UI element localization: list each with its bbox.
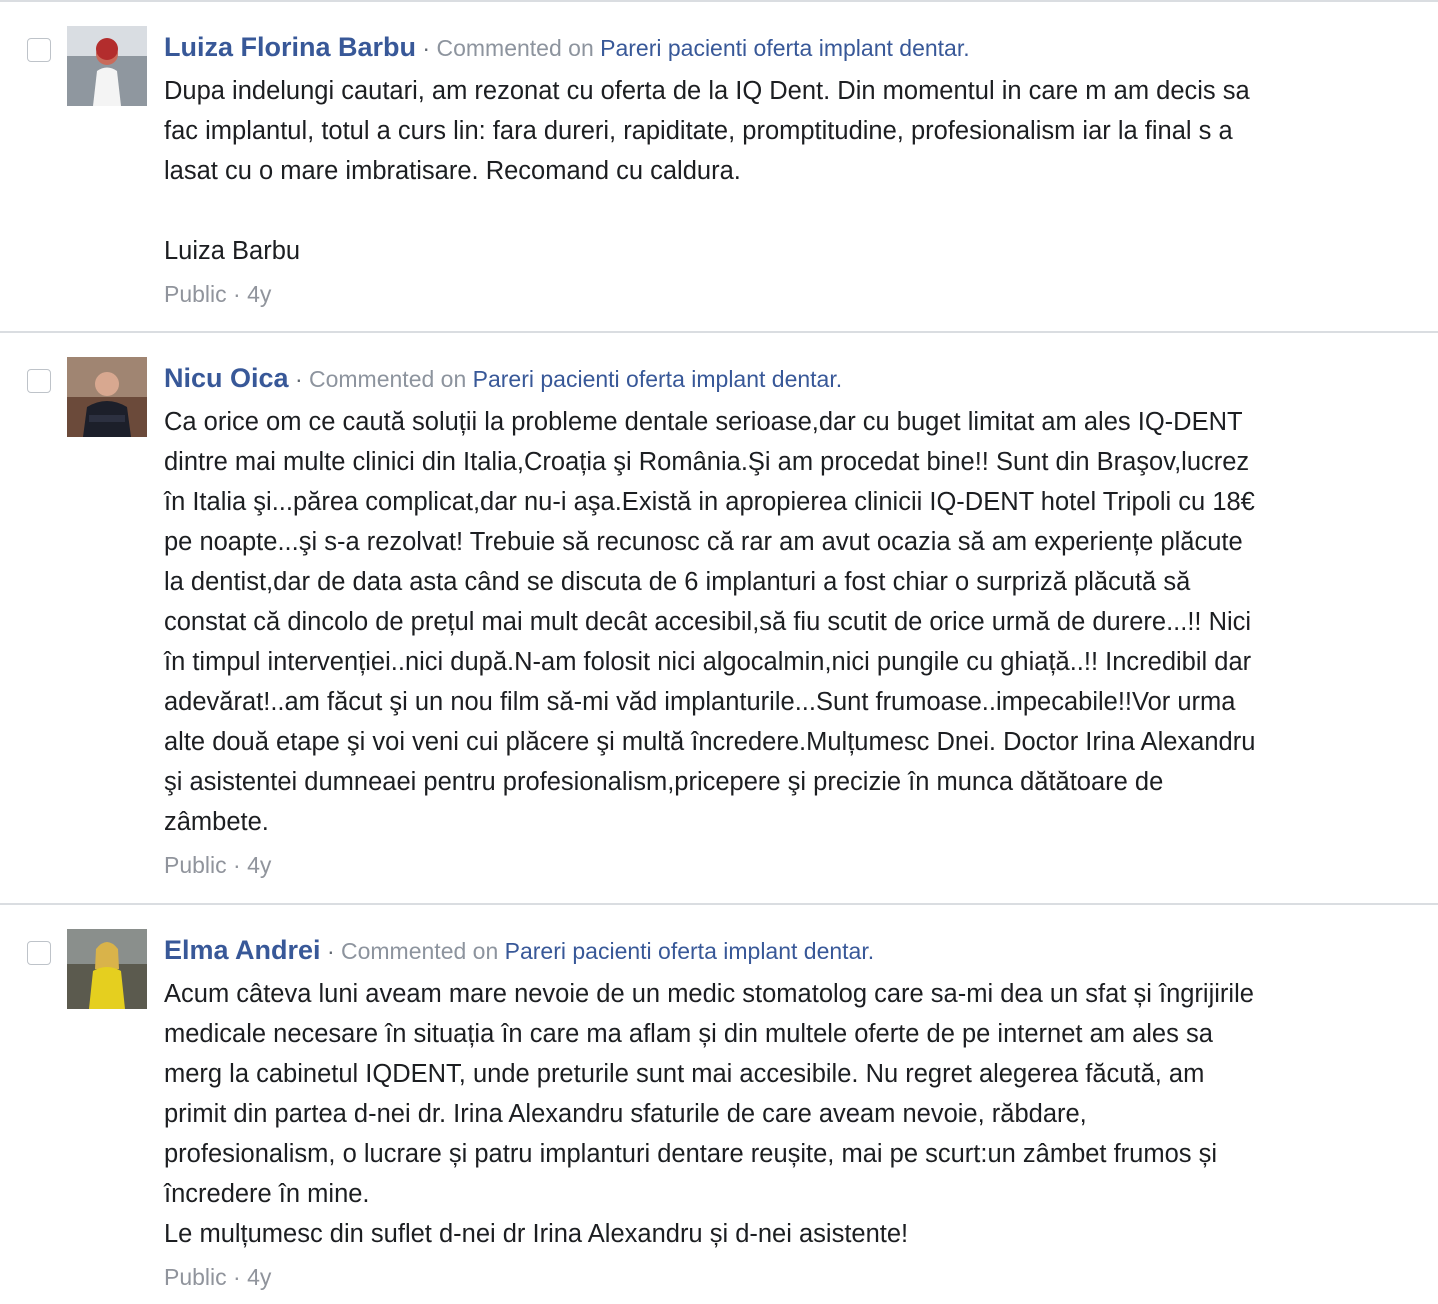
comment-meta: Public · 4y xyxy=(164,850,1426,880)
comment-line: dintre mai multe clinici din Italia,Croa… xyxy=(164,448,1250,476)
comment-line: Luiza Barbu xyxy=(164,237,301,265)
activity-feed: Luiza Florina Barbu · Commented on Parer… xyxy=(0,0,1438,1304)
comment-line xyxy=(164,191,1426,231)
header-separator: · xyxy=(422,35,431,61)
target-link[interactable]: Pareri pacienti oferta implant dentar. xyxy=(600,35,969,61)
timestamp[interactable]: 4y xyxy=(247,281,271,307)
comment-line: lasat cu o mare imbratisare. Recomand cu… xyxy=(164,157,741,185)
comment-header: Luiza Florina Barbu · Commented on Parer… xyxy=(164,32,1426,63)
action-text: Commented on xyxy=(436,35,594,61)
select-checkbox[interactable] xyxy=(27,941,51,965)
target-link[interactable]: Pareri pacienti oferta implant dentar. xyxy=(473,366,842,392)
comment-line: primit din partea d-nei dr. Irina Alexan… xyxy=(164,1100,1087,1128)
comment-line: Ca orice om ce caută soluții la probleme… xyxy=(164,408,1243,436)
privacy-label[interactable]: Public xyxy=(164,281,227,307)
comment-line: profesionalism, o lucrare și patru impla… xyxy=(164,1140,1218,1168)
comment-line: Acum câteva luni aveam mare nevoie de un… xyxy=(164,980,1254,1008)
avatar[interactable] xyxy=(67,357,147,437)
comment-item: Luiza Florina Barbu · Commented on Parer… xyxy=(0,2,1438,331)
comment-line: în Italia şi...părea complicat,dar nu-i … xyxy=(164,488,1255,516)
select-checkbox[interactable] xyxy=(27,38,51,62)
avatar-photo-icon xyxy=(67,357,147,437)
comment-meta: Public · 4y xyxy=(164,1262,1426,1292)
comment-line: Dupa indelungi cautari, am rezonat cu of… xyxy=(164,77,1250,105)
author-name[interactable]: Nicu Oica xyxy=(164,363,289,393)
comment-line: merg la cabinetul IQDENT, unde preturile… xyxy=(164,1060,1205,1088)
meta-separator: · xyxy=(233,852,241,878)
select-checkbox[interactable] xyxy=(27,369,51,393)
privacy-label[interactable]: Public xyxy=(164,1264,227,1290)
timestamp[interactable]: 4y xyxy=(247,852,271,878)
comment-body: Dupa indelungi cautari, am rezonat cu of… xyxy=(164,71,1426,271)
comment-line: în timpul intervenției..nici după.N-am f… xyxy=(164,648,1252,676)
comment-header: Elma Andrei · Commented on Pareri pacien… xyxy=(164,935,1426,966)
comment-meta: Public · 4y xyxy=(164,279,1426,309)
avatar[interactable] xyxy=(67,26,147,106)
avatar-photo-icon xyxy=(67,929,147,1009)
author-name[interactable]: Elma Andrei xyxy=(164,935,321,965)
privacy-label[interactable]: Public xyxy=(164,852,227,878)
action-text: Commented on xyxy=(309,366,467,392)
comment-line: fac implantul, totul a curs lin: fara du… xyxy=(164,117,1233,145)
action-text: Commented on xyxy=(341,938,499,964)
avatar[interactable] xyxy=(67,929,147,1009)
comment-item: Elma Andrei · Commented on Pareri pacien… xyxy=(0,905,1438,1304)
comment-line: zâmbete. xyxy=(164,808,269,836)
meta-separator: · xyxy=(233,1264,241,1290)
comment-body: Ca orice om ce caută soluții la probleme… xyxy=(164,402,1426,842)
meta-separator: · xyxy=(233,281,241,307)
comment-line: Le mulțumesc din suflet d-nei dr Irina A… xyxy=(164,1220,909,1248)
comment-line: şi asistentei dumneaei pentru profesiona… xyxy=(164,768,1164,796)
comment-line: medicale necesare în situația în care ma… xyxy=(164,1020,1213,1048)
comment-line: constat că dincolo de prețul mai mult de… xyxy=(164,608,1252,636)
target-link[interactable]: Pareri pacienti oferta implant dentar. xyxy=(505,938,874,964)
comment-line: alte două etape şi voi veni cui plăcere … xyxy=(164,728,1256,756)
avatar-photo-icon xyxy=(67,26,147,106)
comment-body: Acum câteva luni aveam mare nevoie de un… xyxy=(164,974,1426,1254)
comment-line: la dentist,dar de data asta când se disc… xyxy=(164,568,1191,596)
header-separator: · xyxy=(326,938,335,964)
comment-header: Nicu Oica · Commented on Pareri pacienti… xyxy=(164,363,1426,394)
comment-line: încredere în mine. xyxy=(164,1180,370,1208)
comment-line: pe noapte...şi s-a rezolvat! Trebuie să … xyxy=(164,528,1243,556)
author-name[interactable]: Luiza Florina Barbu xyxy=(164,32,416,62)
timestamp[interactable]: 4y xyxy=(247,1264,271,1290)
header-separator: · xyxy=(294,366,303,392)
comment-line: adevărat!..am făcut şi un nou film să-mi… xyxy=(164,688,1236,716)
comment-item: Nicu Oica · Commented on Pareri pacienti… xyxy=(0,333,1438,903)
